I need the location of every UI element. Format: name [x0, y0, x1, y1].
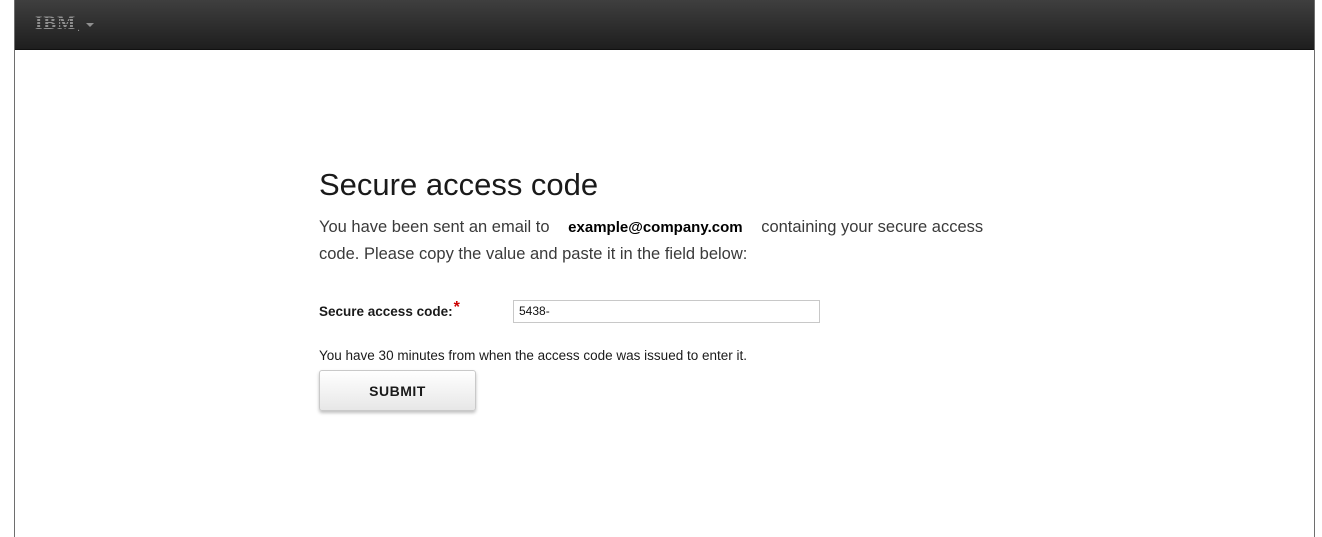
browser-frame: IBM . Secure access code You have been s… — [14, 0, 1315, 537]
required-marker: * — [453, 299, 460, 316]
brand-menu[interactable]: IBM . — [35, 12, 95, 36]
access-code-form: Secure access code You have been sent an… — [319, 165, 1039, 411]
page-title: Secure access code — [319, 167, 599, 202]
instructions-text: You have been sent an email to example@c… — [319, 214, 1019, 267]
recipient-email: example@company.com — [568, 219, 743, 236]
expiry-help-text: You have 30 minutes from when the access… — [319, 348, 747, 363]
top-navigation-bar: IBM . — [15, 0, 1314, 50]
chevron-down-icon[interactable] — [86, 23, 95, 27]
access-code-label-text: Secure access code: — [319, 303, 453, 319]
ibm-logo: IBM — [35, 13, 76, 34]
ibm-logo-mark: . — [77, 22, 81, 34]
submit-button[interactable]: SUBMIT — [319, 370, 476, 411]
access-code-label: Secure access code: * — [319, 299, 511, 320]
access-code-field-row: Secure access code: * — [319, 298, 1039, 324]
instructions-text-start: You have been sent an email to — [319, 218, 550, 236]
access-code-input[interactable] — [513, 299, 820, 323]
